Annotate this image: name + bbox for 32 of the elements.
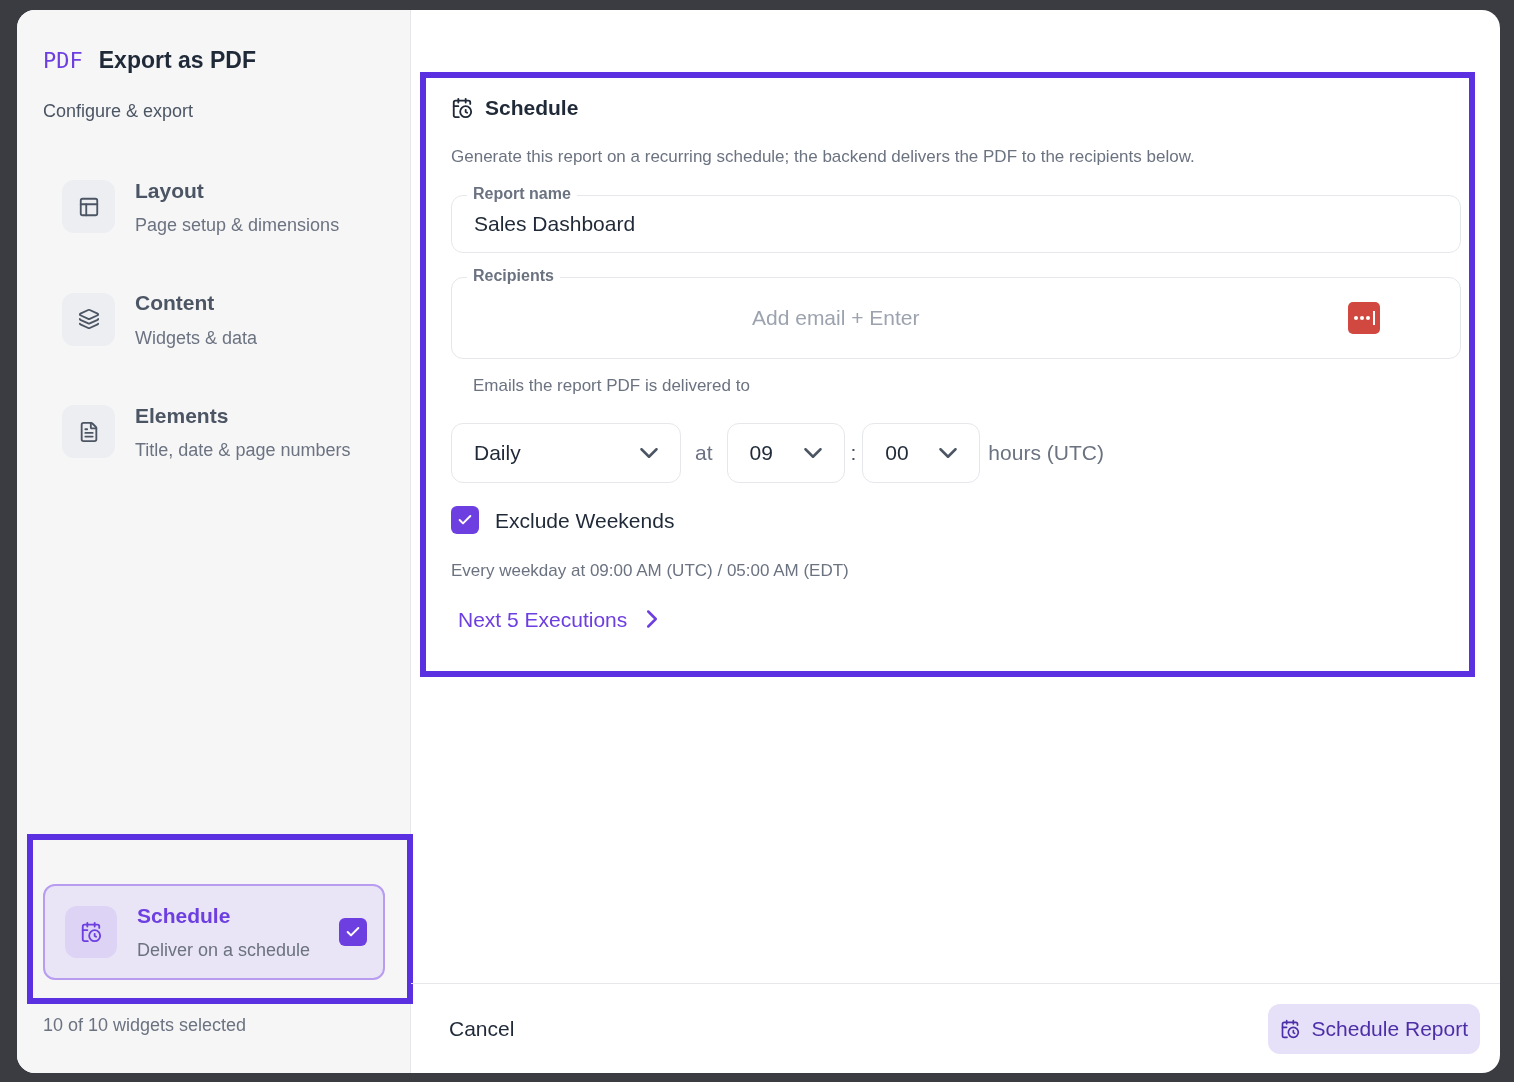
nav-item-title: Elements bbox=[135, 402, 230, 429]
email-input[interactable]: Add email + Enter bbox=[752, 302, 1252, 334]
report-name-input[interactable]: Sales Dashboard bbox=[474, 208, 1438, 240]
schedule-option[interactable]: Schedule Deliver on a schedule bbox=[43, 884, 385, 980]
option-title: Schedule bbox=[137, 902, 232, 929]
time-unit: hours (UTC) bbox=[988, 439, 1104, 466]
minute-select[interactable]: 00 bbox=[862, 422, 981, 483]
section-title: Schedule bbox=[485, 95, 579, 121]
next-executions-link[interactable]: Next 5 Executions bbox=[458, 603, 658, 635]
selection-summary: 10 of 10 widgets selected bbox=[43, 1014, 248, 1037]
nav-item-title: Content bbox=[135, 290, 216, 316]
schedule-summary: Every weekday at 09:00 AM (UTC) / 05:00 AM (EDT) bbox=[451, 560, 850, 582]
nav-item-subtitle: Page setup & dimensions bbox=[135, 214, 340, 237]
nav-item[interactable]: Content Widgets & data bbox=[62, 287, 410, 352]
cancel-button[interactable]: Cancel bbox=[449, 1012, 515, 1045]
nav-item-subtitle: Widgets & data bbox=[135, 326, 258, 350]
at-label: at bbox=[695, 439, 713, 466]
nav-item[interactable]: Elements Title, date & page numbers bbox=[62, 399, 410, 464]
section-description: Generate this report on a recurring schedule; the backend delivers the PDF to the recipients below. bbox=[451, 145, 1196, 168]
schedule-report-button[interactable]: Schedule Report bbox=[1267, 1003, 1480, 1054]
nav-item-subtitle: Title, date & page numbers bbox=[135, 439, 351, 462]
dialog-title: Export as PDF bbox=[98, 46, 256, 75]
logo: PDF bbox=[43, 46, 83, 75]
field-hint: Emails the report PDF is delivered to bbox=[473, 375, 751, 397]
nav-item-title: Layout bbox=[135, 177, 205, 204]
time-separator: : bbox=[850, 439, 857, 466]
option-subtitle: Deliver on a schedule bbox=[137, 939, 312, 963]
checkbox-label: Exclude Weekends bbox=[495, 507, 675, 534]
frequency-select[interactable]: Daily bbox=[451, 422, 681, 483]
hour-select[interactable]: 09 bbox=[726, 422, 845, 483]
dialog-subtitle: Configure & export bbox=[43, 99, 195, 123]
nav-item[interactable]: Layout Page setup & dimensions bbox=[62, 174, 410, 239]
